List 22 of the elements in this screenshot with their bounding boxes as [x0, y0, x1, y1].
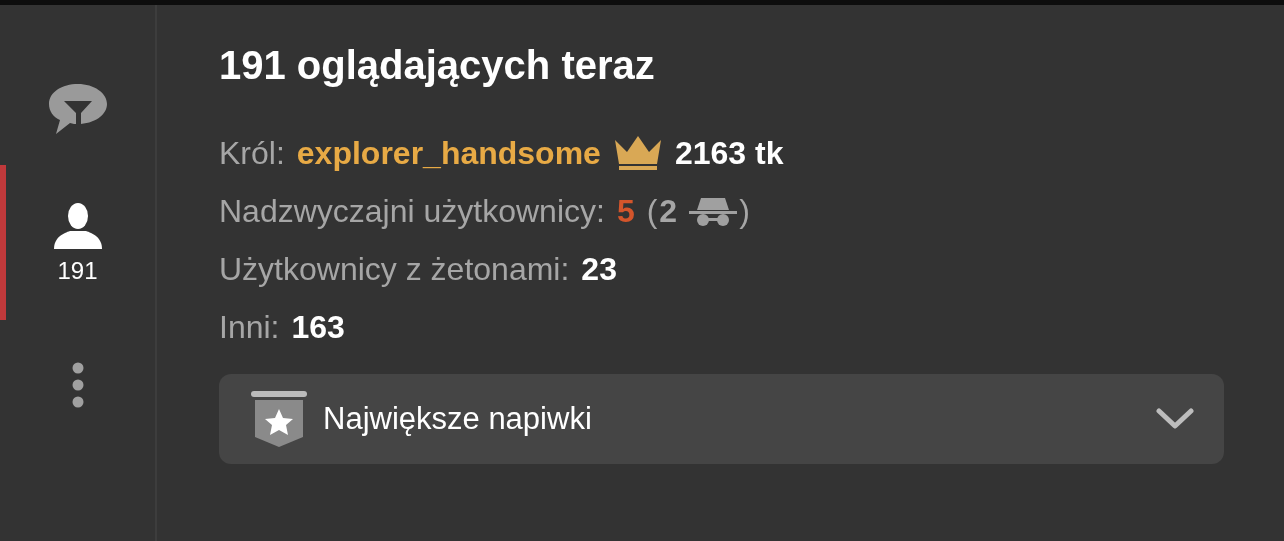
sidebar-tab[interactable]: 191 — [0, 165, 155, 320]
incognito-icon — [689, 196, 738, 226]
stat-value: 5 — [616, 192, 635, 230]
stat-value: 23 — [581, 250, 617, 288]
paren: ) — [739, 192, 750, 230]
viewer-count: 191 — [57, 256, 98, 285]
stat-value: 163 — [291, 308, 345, 346]
user-icon — [52, 200, 103, 249]
crown-icon — [612, 136, 663, 170]
king-username[interactable]: explorer_handsome — [296, 134, 601, 172]
star-badge-icon — [251, 391, 307, 447]
stat-value: 2163 tk — [674, 134, 784, 172]
stat-label: Nadzwyczajni użytkownicy: — [219, 192, 605, 230]
top-tips-dropdown[interactable]: Największe napiwki — [219, 374, 1224, 464]
chevron-icon — [1156, 408, 1194, 430]
stat-label: Inni: — [219, 308, 280, 346]
hidden-count: 2 — [659, 192, 678, 230]
stat-label: Król: — [219, 134, 285, 172]
paren: ( — [646, 192, 658, 230]
more-icon — [71, 362, 84, 408]
stat-label: Użytkownicy z żetonami: — [219, 250, 570, 288]
viewers-title: 191 oglądających teraz — [219, 43, 656, 88]
